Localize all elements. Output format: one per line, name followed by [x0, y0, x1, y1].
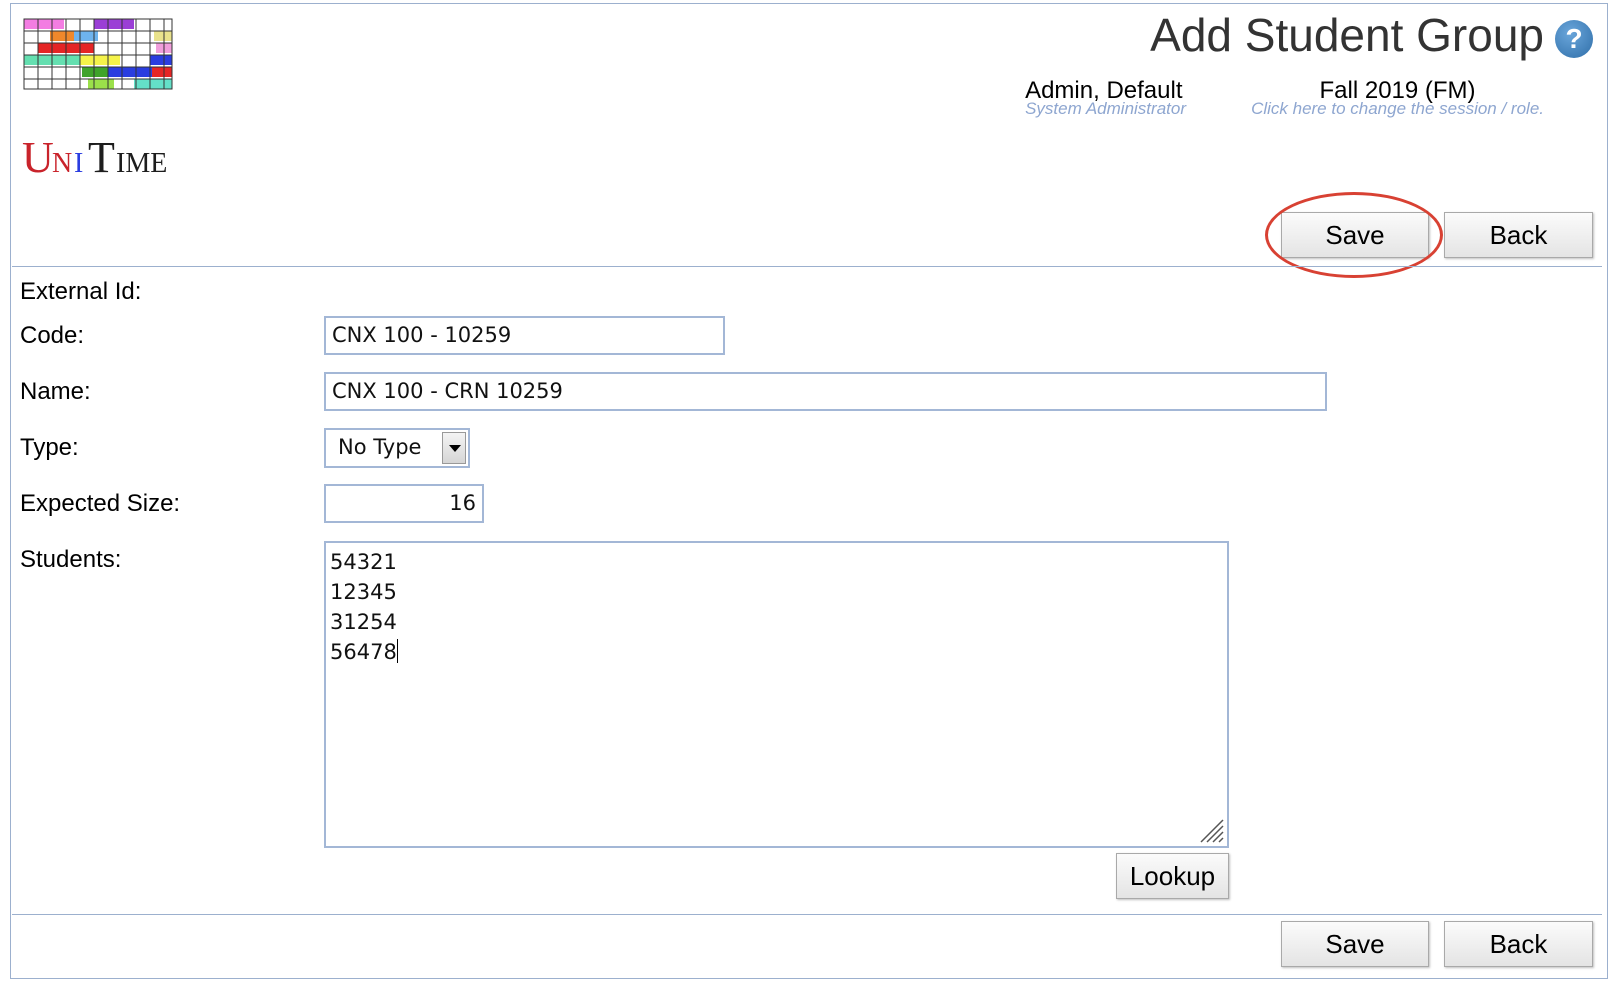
back-button-label: Back	[1489, 929, 1548, 959]
type-label: Type:	[20, 434, 79, 461]
user-info[interactable]: Admin, Default System Administrator	[1025, 78, 1186, 118]
help-icon[interactable]: ?	[1555, 20, 1593, 58]
students-label: Students:	[20, 546, 122, 573]
student-id-line: 54321	[330, 550, 397, 574]
svg-text:N: N	[52, 148, 72, 179]
footer-divider	[12, 914, 1602, 915]
svg-text:I: I	[74, 148, 83, 179]
type-select-value: No Type	[338, 435, 422, 459]
svg-text:T: T	[88, 133, 115, 182]
session-change-link[interactable]: Click here to change the session / role.	[1251, 100, 1544, 118]
lookup-button-label: Lookup	[1129, 861, 1216, 891]
session-selector[interactable]: Fall 2019 (FM) Click here to change the …	[1251, 78, 1544, 118]
lookup-button[interactable]: Lookup	[1116, 853, 1229, 899]
expected-size-input[interactable]: 16	[324, 484, 484, 523]
page-title: Add Student Group	[1150, 9, 1544, 61]
user-role: System Administrator	[1025, 99, 1186, 118]
back-button-label: Back	[1489, 220, 1548, 250]
back-button-top[interactable]: Back	[1444, 212, 1593, 258]
logo-wordmark: U N I T IME	[22, 133, 167, 182]
back-button-bottom[interactable]: Back	[1444, 921, 1593, 967]
student-id-line: 31254	[330, 610, 397, 634]
logo-timetable-graphic	[22, 16, 180, 108]
student-id-text: 56478	[330, 640, 397, 664]
text-caret	[396, 639, 398, 663]
type-select[interactable]: No Type	[324, 428, 470, 468]
expected-size-label: Expected Size:	[20, 490, 181, 517]
resize-grip-icon[interactable]	[1197, 816, 1225, 844]
name-input[interactable]: CNX 100 - CRN 10259	[324, 372, 1327, 411]
code-label: Code:	[20, 322, 85, 349]
chevron-down-icon[interactable]	[442, 432, 466, 464]
save-button-label: Save	[1325, 929, 1385, 959]
header-divider	[12, 266, 1602, 267]
student-id-line-active: 56478	[330, 637, 1223, 667]
name-label: Name:	[20, 378, 91, 405]
student-id-line: 12345	[330, 580, 397, 604]
code-input[interactable]: CNX 100 - 10259	[324, 316, 725, 355]
unitime-logo[interactable]: U N I T IME	[22, 16, 182, 182]
students-textarea[interactable]: 54321 12345 31254 56478	[324, 541, 1229, 848]
svg-text:U: U	[22, 133, 54, 182]
svg-text:IME: IME	[116, 148, 167, 179]
external-id-label: External Id:	[20, 278, 142, 305]
save-button-bottom[interactable]: Save	[1281, 921, 1429, 967]
